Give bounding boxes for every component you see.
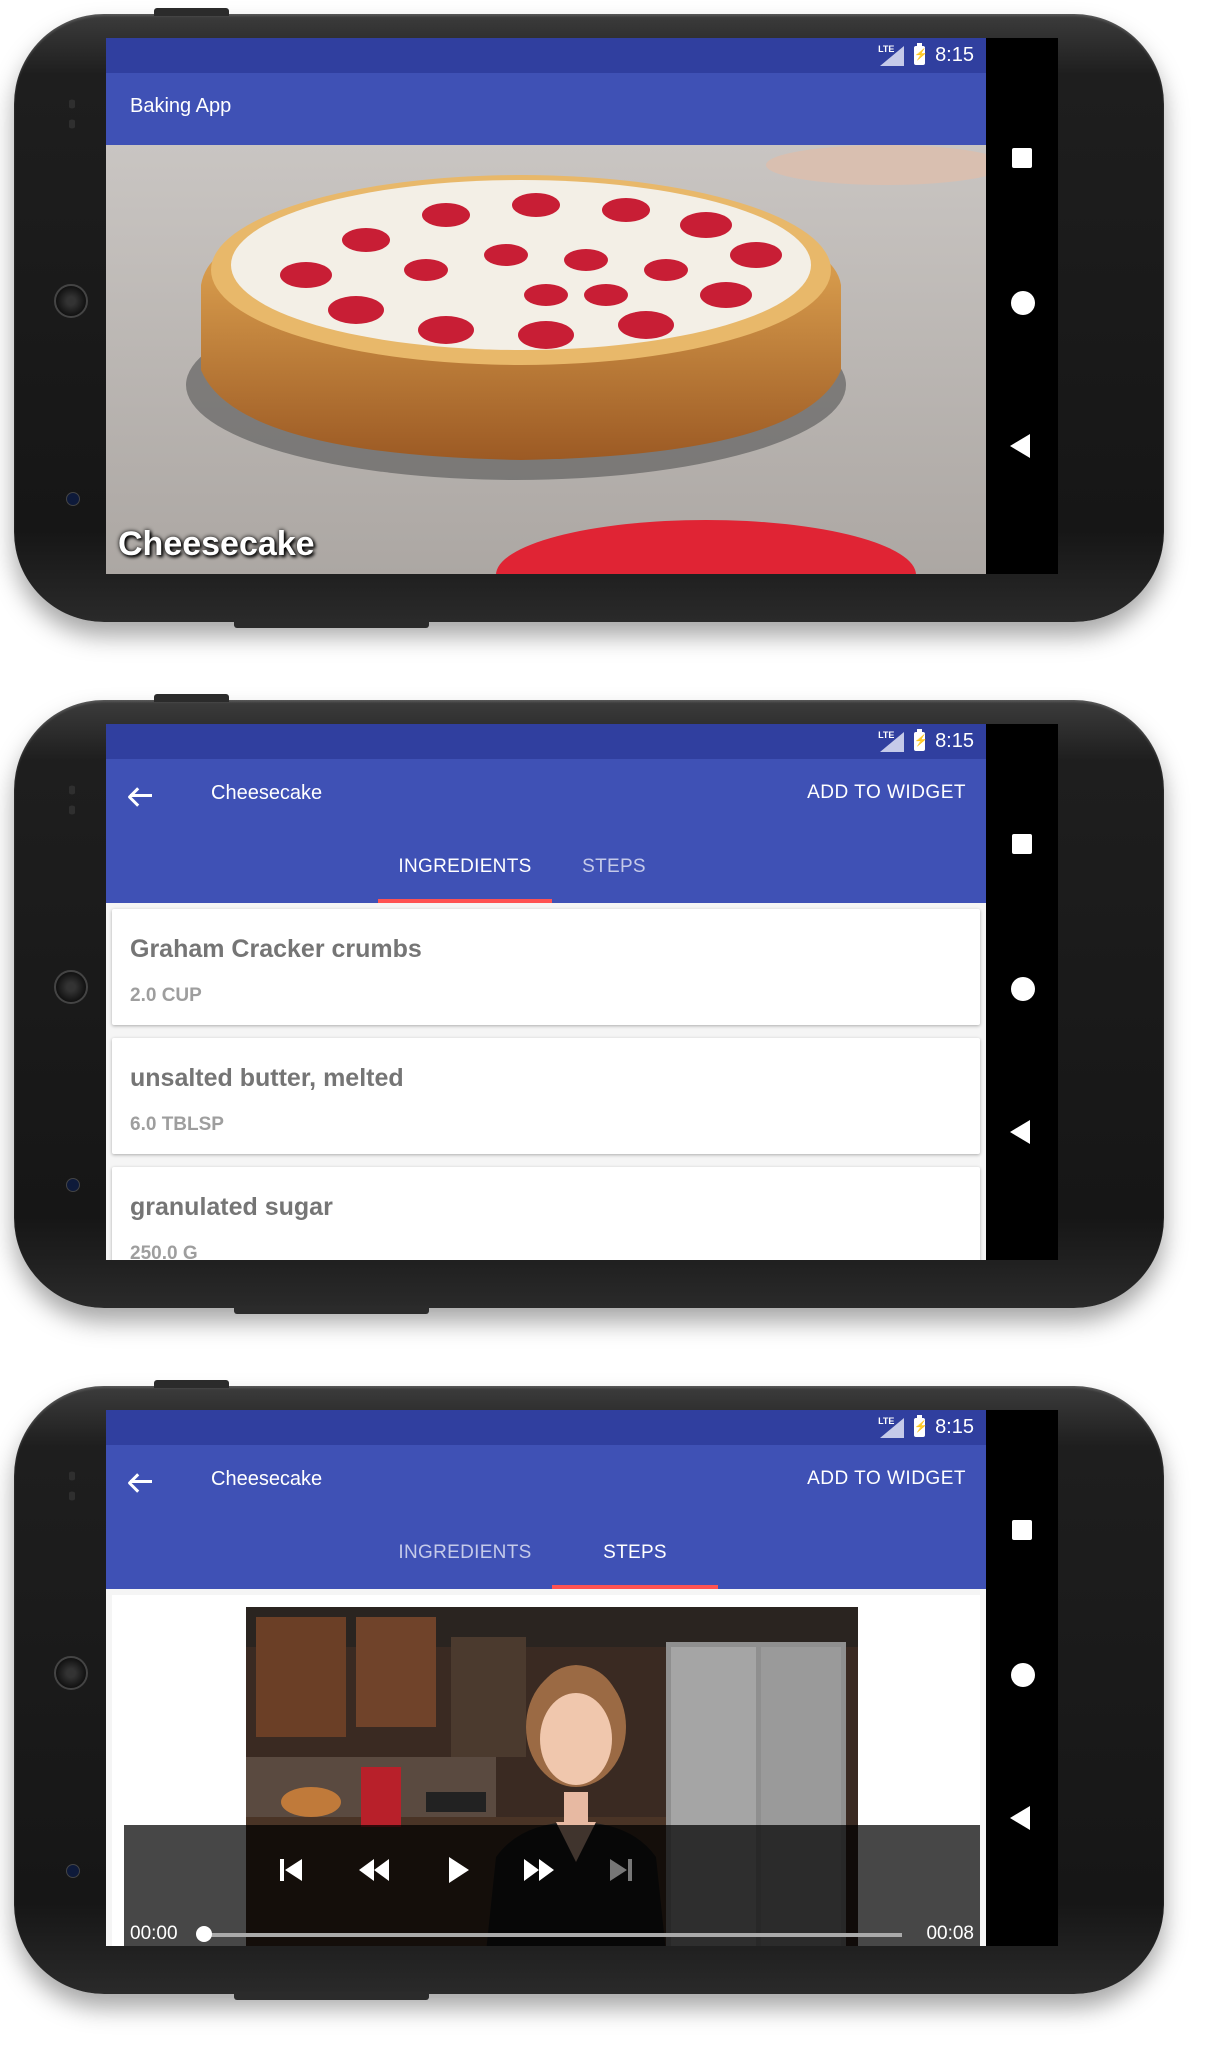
phone-button: [234, 1306, 429, 1314]
tab-steps[interactable]: STEPS: [552, 831, 676, 903]
tab-label: STEPS: [603, 1542, 667, 1563]
battery-charging-icon: [914, 43, 926, 65]
step-card: 00:00 00:08: [112, 1595, 980, 1946]
ingredient-card[interactable]: Graham Cracker crumbs 2.0 CUP: [112, 909, 980, 1025]
recipe-image: [106, 145, 986, 574]
nav-home-icon[interactable]: [1011, 1663, 1035, 1687]
lte-signal-icon: LTE: [878, 44, 905, 66]
back-arrow-icon[interactable]: [126, 1465, 158, 1497]
nav-recents-icon[interactable]: [1012, 1520, 1032, 1540]
nav-back-icon[interactable]: [1010, 1806, 1030, 1830]
phone-sensor: [69, 1466, 75, 1506]
playback-position: 00:00: [130, 1923, 178, 1944]
nav-home-icon[interactable]: [1011, 291, 1035, 315]
ingredient-card[interactable]: unsalted butter, melted 6.0 TBLSP: [112, 1038, 980, 1154]
ingredient-quantity: 6.0 TBLSP: [130, 1114, 224, 1135]
playback-duration: 00:08: [926, 1923, 974, 1944]
status-bar: LTE 8:15: [106, 724, 986, 759]
phone-sensor: [69, 94, 75, 134]
tab-steps[interactable]: STEPS: [552, 1517, 718, 1589]
screen-ingredients: LTE 8:15 Cheesecake ADD TO WIDGET INGRED…: [106, 724, 986, 1260]
phone-speaker: [54, 970, 88, 1004]
lte-signal-icon: LTE: [878, 1416, 905, 1438]
back-arrow-icon[interactable]: [126, 779, 158, 811]
phone-frame-1: LTE 8:15 Baking App: [14, 8, 1164, 628]
recipe-card[interactable]: Cheesecake: [106, 145, 986, 574]
app-bar: Cheesecake ADD TO WIDGET: [106, 1445, 986, 1517]
phone-frame-2: LTE 8:15 Cheesecake ADD TO WIDGET INGRED…: [14, 694, 1164, 1314]
tab-ingredients[interactable]: INGREDIENTS: [378, 1517, 552, 1589]
screen-recipe-list: LTE 8:15 Baking App: [106, 38, 986, 574]
status-bar: LTE 8:15: [106, 38, 986, 73]
phone-speaker: [54, 1656, 88, 1690]
phone-camera: [66, 1178, 80, 1192]
phone-button: [154, 1380, 229, 1388]
phone-button: [154, 8, 229, 16]
nav-home-icon[interactable]: [1011, 977, 1035, 1001]
ingredient-list[interactable]: Graham Cracker crumbs 2.0 CUP unsalted b…: [106, 903, 986, 1260]
battery-charging-icon: [914, 729, 926, 751]
nav-recents-icon[interactable]: [1012, 148, 1032, 168]
status-time: 8:15: [935, 44, 974, 66]
tab-bar: INGREDIENTS STEPS: [106, 1517, 986, 1589]
seek-bar[interactable]: [202, 1933, 902, 1937]
nav-back-icon[interactable]: [1010, 1120, 1030, 1144]
add-to-widget-button[interactable]: ADD TO WIDGET: [807, 782, 966, 804]
ingredient-quantity: 2.0 CUP: [130, 985, 202, 1006]
phone-button: [234, 1992, 429, 2000]
phone-camera: [66, 1864, 80, 1878]
play-icon[interactable]: [437, 1845, 477, 1895]
ingredient-name: Graham Cracker crumbs: [130, 935, 422, 963]
status-time: 8:15: [935, 1416, 974, 1438]
recipe-title: Cheesecake: [118, 525, 315, 563]
ingredient-quantity: 250.0 G: [130, 1243, 198, 1260]
add-to-widget-button[interactable]: ADD TO WIDGET: [807, 1468, 966, 1490]
app-bar: Baking App: [106, 73, 986, 145]
phone-speaker: [54, 284, 88, 318]
skip-previous-icon[interactable]: [272, 1845, 312, 1895]
app-bar: Cheesecake ADD TO WIDGET: [106, 759, 986, 831]
rewind-icon[interactable]: [354, 1845, 394, 1895]
lte-signal-icon: LTE: [878, 730, 905, 752]
seek-handle[interactable]: [196, 1926, 212, 1942]
system-nav-bar: [986, 1410, 1058, 1946]
app-title: Baking App: [130, 95, 232, 117]
system-nav-bar: [986, 724, 1058, 1260]
nav-back-icon[interactable]: [1010, 434, 1030, 458]
tab-bar: INGREDIENTS STEPS: [106, 831, 986, 903]
phone-frame-3: LTE 8:15 Cheesecake ADD TO WIDGET INGRED…: [14, 1380, 1164, 2000]
step-detail: 00:00 00:08: [106, 1589, 986, 1946]
phone-camera: [66, 492, 80, 506]
tab-label: INGREDIENTS: [398, 856, 532, 877]
ingredient-card[interactable]: granulated sugar 250.0 G: [112, 1167, 980, 1260]
skip-next-icon[interactable]: [600, 1845, 640, 1895]
phone-button: [234, 620, 429, 628]
tab-label: INGREDIENTS: [398, 1542, 532, 1563]
player-controls: 00:00 00:08: [124, 1825, 980, 1946]
fast-forward-icon[interactable]: [519, 1845, 559, 1895]
status-time: 8:15: [935, 730, 974, 752]
screen-steps: LTE 8:15 Cheesecake ADD TO WIDGET INGRED…: [106, 1410, 986, 1946]
ingredient-name: unsalted butter, melted: [130, 1064, 404, 1092]
phone-button: [154, 694, 229, 702]
phone-sensor: [69, 780, 75, 820]
page-title: Cheesecake: [211, 782, 323, 804]
ingredient-name: granulated sugar: [130, 1193, 333, 1221]
battery-charging-icon: [914, 1415, 926, 1437]
page-title: Cheesecake: [211, 1468, 323, 1490]
nav-recents-icon[interactable]: [1012, 834, 1032, 854]
tab-ingredients[interactable]: INGREDIENTS: [378, 831, 552, 903]
tab-label: STEPS: [582, 856, 646, 877]
system-nav-bar: [986, 38, 1058, 574]
status-bar: LTE 8:15: [106, 1410, 986, 1445]
